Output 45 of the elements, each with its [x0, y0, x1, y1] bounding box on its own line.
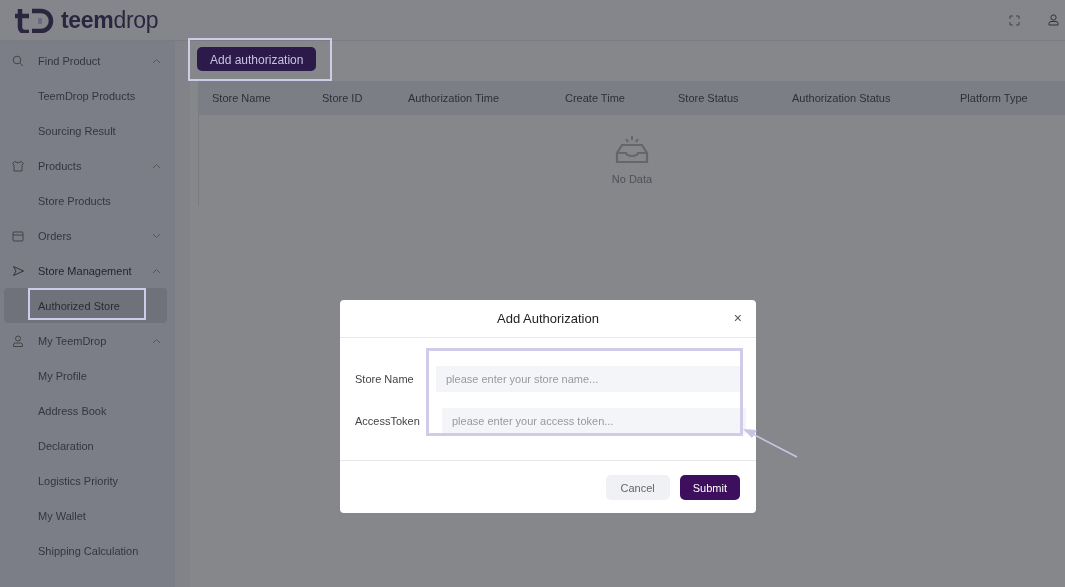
fullscreen-icon[interactable] — [1009, 14, 1020, 26]
column-header: Authorization Time — [408, 92, 501, 104]
column-header: Create Time — [565, 92, 626, 104]
sidebar-item[interactable]: Shipping Calculation — [4, 533, 167, 568]
sidebar-group-label: Find Product — [38, 54, 102, 67]
sidebar-item[interactable]: TeemDrop Products — [4, 78, 167, 113]
user-icon[interactable] — [1048, 14, 1059, 26]
sidebar-item[interactable]: My Wallet — [4, 498, 167, 533]
shirt-icon — [12, 159, 24, 172]
close-button[interactable]: × — [733, 310, 742, 326]
logo-text: teemdrop — [61, 6, 159, 34]
sidebar-item[interactable]: Sourcing Result — [4, 113, 167, 148]
sidebar-item[interactable]: Store Products — [4, 183, 167, 218]
field-label: AccessToken — [355, 415, 421, 427]
cancel-button[interactable]: Cancel — [605, 475, 670, 500]
sidebar-group[interactable]: My TeemDrop — [0, 323, 175, 358]
sidebar-item[interactable]: Declaration — [4, 428, 167, 463]
sidebar-item[interactable]: Address Book — [4, 393, 167, 428]
sidebar-item[interactable]: My Profile — [4, 358, 167, 393]
sidebar-item[interactable]: Logistics Priority — [4, 463, 167, 498]
dialog-title: Add Authorization — [497, 311, 599, 326]
submit-button[interactable]: Submit — [679, 475, 740, 500]
search-icon — [12, 54, 24, 67]
empty-inbox-icon — [614, 133, 650, 165]
sidebar-group-label: Store Management — [38, 264, 133, 277]
sidebar-group-label: My TeemDrop — [38, 334, 108, 347]
column-header: Store Status — [678, 92, 740, 104]
sidebar-item[interactable]: Authorized Store — [4, 288, 167, 323]
column-header: Authorization Status — [792, 92, 892, 104]
input-field[interactable]: please enter your store name... — [436, 366, 740, 392]
sidebar-group[interactable]: Store Management — [0, 253, 175, 288]
field-label: Store Name — [355, 373, 415, 385]
column-header: Store Name — [212, 92, 272, 104]
send-icon — [12, 264, 24, 277]
column-header: Platform Type — [960, 92, 1029, 104]
user-icon — [12, 334, 24, 347]
sidebar-group[interactable]: Find Product — [0, 43, 175, 78]
sidebar-group-label: Orders — [38, 229, 73, 242]
add-authorization-button[interactable]: Add authorization — [197, 47, 317, 71]
sidebar-group[interactable]: Products — [0, 148, 175, 183]
column-header: Store ID — [322, 92, 364, 104]
sidebar-group[interactable]: Orders — [0, 218, 175, 253]
sidebar-group-label: Products — [38, 159, 83, 172]
calendar-icon — [12, 229, 24, 242]
input-field[interactable]: please enter your access token... — [442, 408, 746, 434]
